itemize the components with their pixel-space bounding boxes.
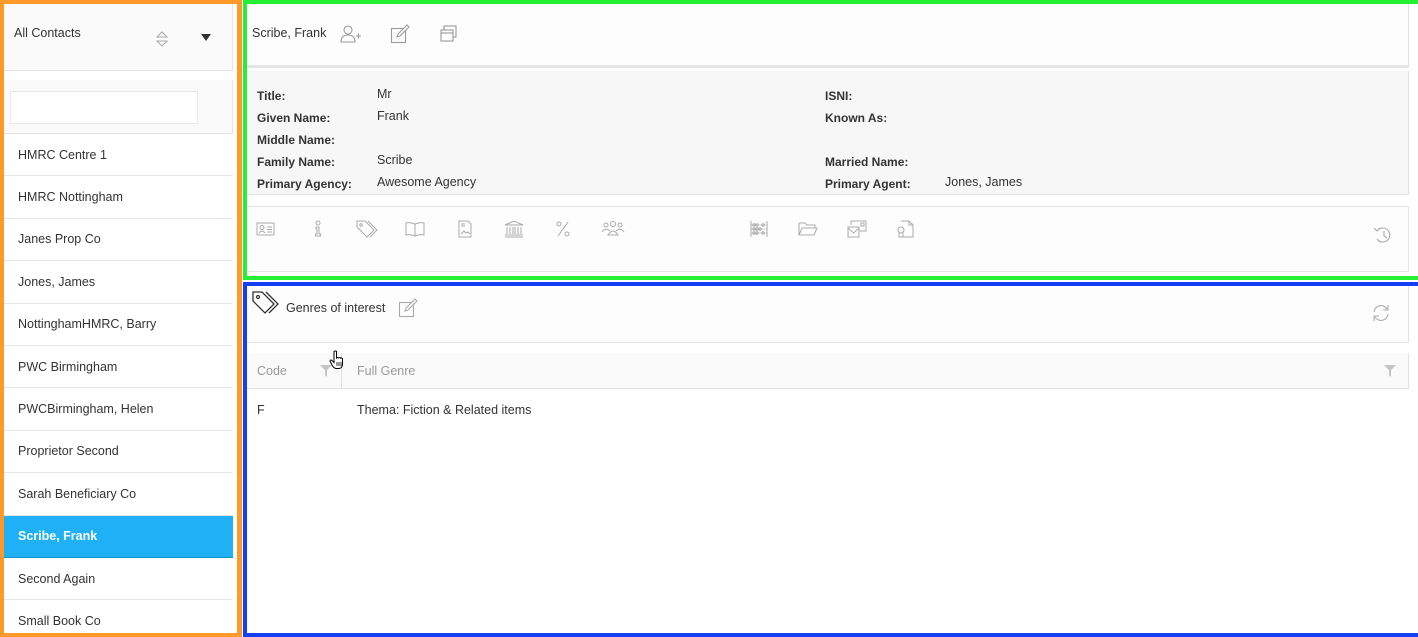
field-value-primary-agent: Jones, James — [945, 175, 1023, 189]
contact-list-item[interactable]: NottinghamHMRC, Barry — [4, 303, 233, 346]
contact-list-item[interactable]: HMRC Nottingham — [4, 176, 233, 219]
contacts-header: All Contacts — [4, 4, 233, 71]
contact-fields: Title: Mr Given Name: Frank Middle Name:… — [247, 71, 1409, 195]
contacts-panel: All Contacts HMRC Centre 1 HMRC Nottingh… — [0, 0, 242, 637]
id-card-icon[interactable] — [256, 219, 276, 239]
field-value-title: Mr — [377, 87, 392, 101]
contacts-list: HMRC Centre 1 HMRC Nottingham Janes Prop… — [4, 134, 233, 633]
contact-list-item[interactable]: PWCBirmingham, Helen — [4, 388, 233, 431]
history-icon[interactable] — [1373, 225, 1393, 245]
edit-icon[interactable] — [390, 24, 412, 44]
field-value-primary-agency: Awesome Agency — [377, 175, 477, 189]
genres-title: Genres of interest — [286, 301, 386, 315]
field-label-family-name: Family Name: — [257, 155, 336, 169]
contact-details-panel: Scribe, Frank Title: Mr Given Name: Fran… — [243, 0, 1418, 280]
genre-code-cell: F — [257, 403, 265, 417]
contacts-filter-title: All Contacts — [14, 26, 81, 40]
hand-cursor-icon — [329, 350, 343, 369]
add-user-icon[interactable] — [340, 24, 362, 44]
genres-panel: Genres of interest Code Full Genre F The… — [243, 282, 1418, 637]
chevron-down-icon[interactable] — [201, 34, 211, 42]
contact-name: Scribe, Frank — [252, 26, 327, 40]
contact-header: Scribe, Frank — [247, 4, 1409, 68]
book-icon[interactable] — [405, 219, 425, 239]
folder-open-icon[interactable] — [798, 219, 818, 239]
refresh-icon[interactable] — [1371, 303, 1391, 323]
mail-stamp-icon[interactable] — [847, 219, 867, 239]
field-label-married-name: Married Name: — [825, 155, 909, 169]
tags-icon[interactable] — [356, 219, 378, 239]
contact-list-item[interactable]: Sarah Beneficiary Co — [4, 473, 233, 516]
contact-list-item[interactable]: Proprietor Second — [4, 430, 233, 474]
filter-icon[interactable] — [1384, 365, 1396, 377]
field-label-middle-name: Middle Name: — [257, 133, 336, 147]
info-icon[interactable] — [308, 219, 328, 239]
field-label-isni: ISNI: — [825, 89, 853, 103]
tags-icon — [252, 291, 279, 314]
contact-list-item-selected[interactable]: Scribe, Frank — [4, 515, 233, 558]
contact-toolbar — [247, 206, 1409, 272]
certificate-file-icon[interactable] — [896, 219, 916, 239]
contact-list-item[interactable]: HMRC Centre 1 — [4, 134, 233, 177]
abacus-icon[interactable] — [749, 219, 769, 239]
contact-list-item[interactable]: Small Book Co — [4, 600, 233, 633]
percent-icon[interactable] — [553, 219, 573, 239]
bank-icon[interactable] — [504, 219, 524, 239]
contact-list-item[interactable]: Jones, James — [4, 261, 233, 304]
image-file-icon[interactable] — [455, 219, 475, 239]
field-value-family-name: Scribe — [377, 153, 413, 167]
field-value-given-name: Frank — [377, 109, 409, 123]
column-header-code[interactable]: Code — [257, 364, 287, 378]
genre-full-cell: Thema: Fiction & Related items — [357, 403, 532, 417]
contact-list-item[interactable]: PWC Birmingham — [4, 345, 233, 389]
contacts-search-area — [4, 80, 233, 134]
genre-row[interactable]: F Thema: Fiction & Related items — [247, 390, 1409, 430]
column-header-full-genre[interactable]: Full Genre — [357, 364, 415, 378]
field-label-primary-agent: Primary Agent: — [825, 177, 911, 191]
field-label-known-as: Known As: — [825, 111, 888, 125]
field-label-title: Title: — [257, 89, 286, 103]
group-icon[interactable] — [601, 219, 625, 239]
sort-icon[interactable] — [156, 30, 168, 48]
field-label-given-name: Given Name: — [257, 111, 331, 125]
field-label-primary-agency: Primary Agency: — [257, 177, 352, 191]
contact-list-item[interactable]: Janes Prop Co — [4, 218, 233, 262]
genres-header: Genres of interest — [247, 286, 1409, 343]
duplicate-icon[interactable] — [439, 24, 461, 44]
genres-grid-header: Code Full Genre — [247, 353, 1409, 389]
contact-list-item[interactable]: Second Again — [4, 557, 233, 601]
edit-icon[interactable] — [398, 298, 418, 318]
contacts-search-input[interactable] — [10, 91, 198, 124]
